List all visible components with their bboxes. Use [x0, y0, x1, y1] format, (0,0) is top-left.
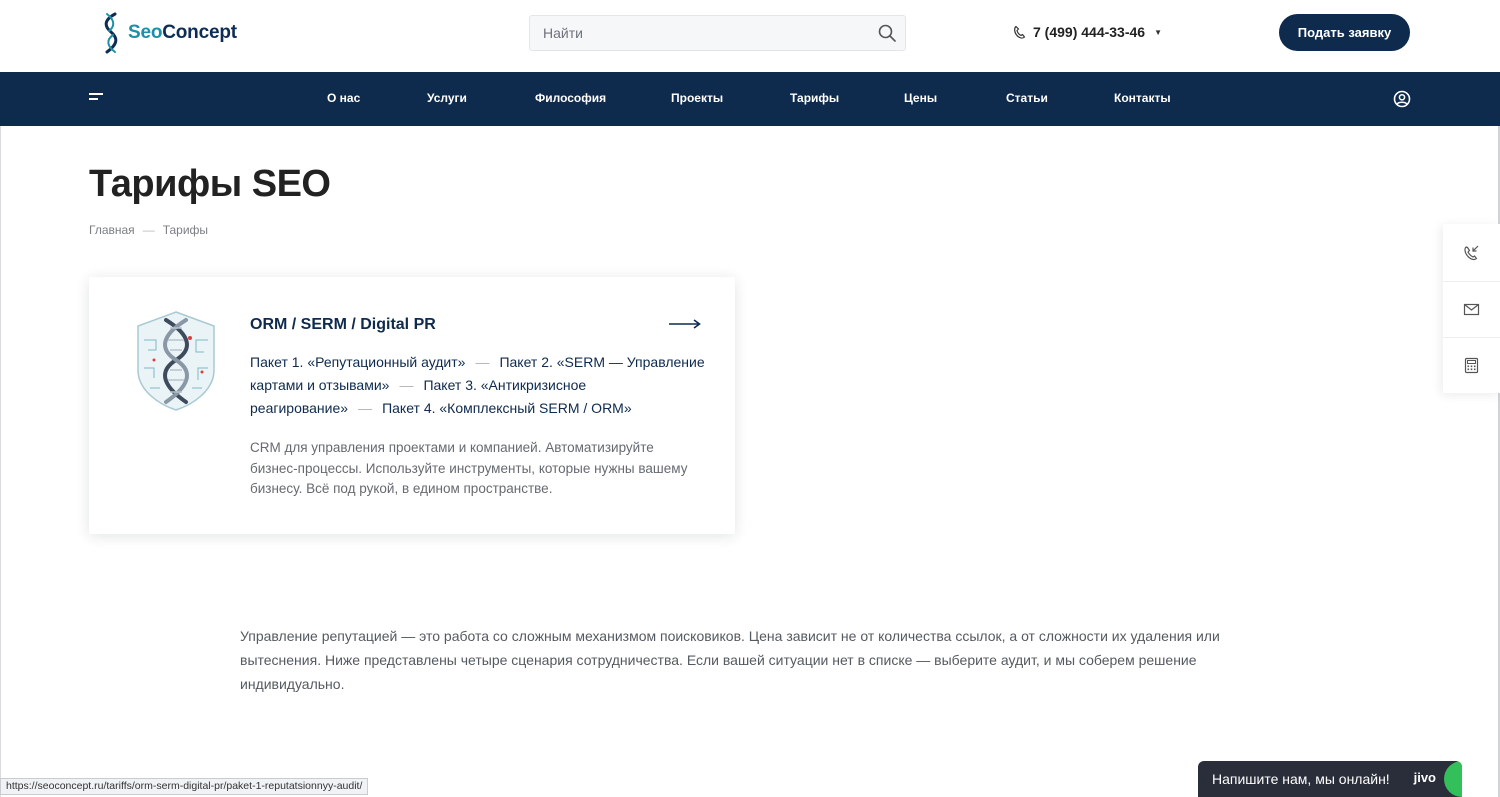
mail-icon	[1463, 303, 1480, 316]
phone-text: 7 (499) 444-33-46	[1033, 24, 1146, 40]
callback-button[interactable]	[1443, 224, 1500, 280]
calculator-button[interactable]	[1443, 337, 1500, 393]
browser-status-url: https://seoconcept.ru/tariffs/orm-serm-d…	[0, 778, 369, 795]
jivo-logo: jivo	[1413, 770, 1436, 785]
nav-item-about[interactable]: О нас	[327, 91, 360, 105]
nav-item-articles[interactable]: Статьи	[1006, 91, 1048, 105]
chat-widget[interactable]: Напишите нам, мы онлайн! jivo	[1198, 761, 1462, 797]
search-icon[interactable]	[877, 23, 897, 43]
logo-wordmark: SeoConcept	[128, 22, 237, 43]
link-separator: —	[399, 377, 414, 393]
nav-item-prices[interactable]: Цены	[904, 91, 937, 105]
nav-item-services[interactable]: Услуги	[427, 91, 467, 105]
dna-logo-icon	[104, 12, 118, 54]
submit-request-button[interactable]: Подать заявку	[1279, 14, 1410, 51]
calculator-icon	[1464, 357, 1479, 374]
package-link-4[interactable]: Пакет 4. «Комплексный SERM / ORM»	[382, 400, 632, 416]
site-header: SeoConcept 7 (499) 444-33-46 ▼ Подать за…	[0, 0, 1500, 72]
page-title: Тарифы SEO	[89, 163, 331, 205]
menu-burger-icon[interactable]	[89, 93, 103, 105]
phone-dropdown-caret-icon[interactable]: ▼	[1154, 28, 1162, 37]
chat-label: Напишите нам, мы онлайн!	[1212, 771, 1390, 787]
nav-item-contacts[interactable]: Контакты	[1114, 91, 1171, 105]
breadcrumb: Главная — Тарифы	[89, 223, 208, 237]
search-input[interactable]	[530, 16, 860, 50]
arrow-right-icon[interactable]	[669, 319, 701, 329]
breadcrumb-separator: —	[142, 223, 155, 237]
page-left-border	[0, 72, 1, 797]
breadcrumb-home-link[interactable]: Главная	[89, 223, 135, 237]
nav-item-projects[interactable]: Проекты	[671, 91, 723, 105]
side-contact-panel	[1443, 224, 1500, 393]
package-link-1[interactable]: Пакет 1. «Репутационный аудит»	[250, 354, 465, 370]
phone-callback-icon	[1464, 245, 1479, 260]
search-box	[529, 15, 906, 51]
user-account-icon[interactable]	[1393, 90, 1411, 108]
package-links: Пакет 1. «Репутационный аудит» — Пакет 2. …	[250, 351, 710, 420]
phone-number[interactable]: 7 (499) 444-33-46 ▼	[1013, 24, 1162, 40]
nav-item-tariffs[interactable]: Тарифы	[790, 91, 839, 105]
email-button[interactable]	[1443, 281, 1500, 337]
online-status-indicator	[1444, 761, 1462, 797]
phone-icon	[1014, 25, 1026, 39]
link-separator: —	[358, 400, 373, 416]
tariff-card: ORM / SERM / Digital PR Пакет 1. «Репута…	[89, 277, 735, 534]
intro-paragraph: Управление репутацией — это работа со сл…	[240, 628, 1220, 692]
dna-shield-illustration	[137, 311, 215, 411]
link-separator: —	[475, 354, 490, 370]
main-nav: О нас Услуги Философия Проекты Тарифы Це…	[0, 72, 1500, 126]
card-title[interactable]: ORM / SERM / Digital PR	[250, 316, 436, 334]
nav-item-philosophy[interactable]: Философия	[535, 91, 606, 105]
card-description: CRM для управления проектами и компанией…	[250, 440, 688, 496]
site-logo[interactable]: SeoConcept	[100, 10, 237, 56]
breadcrumb-current: Тарифы	[162, 223, 209, 237]
